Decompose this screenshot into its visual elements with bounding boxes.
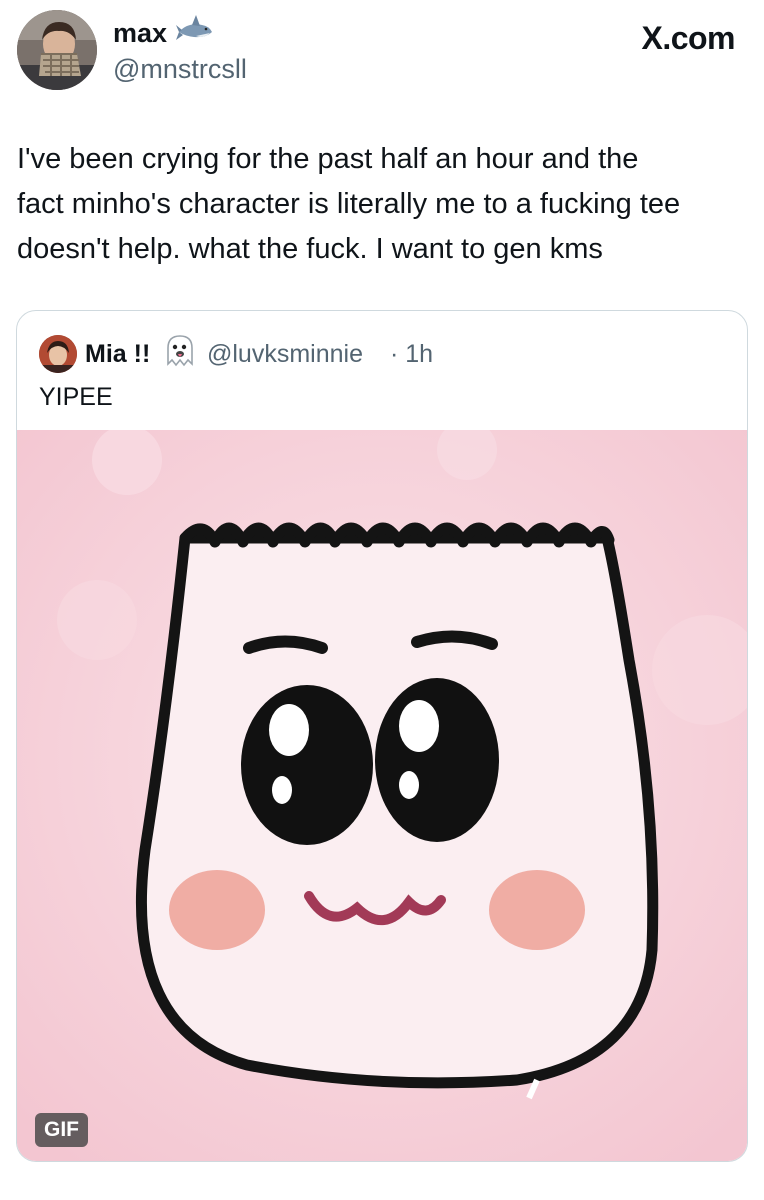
tweet-text: I've been crying for the past half an ho… xyxy=(17,143,681,265)
author-handle[interactable]: @mnstrcsll xyxy=(113,52,247,86)
quoted-text: YIPEE xyxy=(39,383,113,411)
author-avatar[interactable] xyxy=(17,10,97,90)
gif-badge: GIF xyxy=(35,1113,88,1147)
author-display-name[interactable]: max xyxy=(113,16,167,50)
site-label: X.com xyxy=(641,20,735,56)
quote-tweet-card[interactable]: Mia !! @luvksminnie · 1h YIPEE GIF xyxy=(16,310,748,1162)
quoted-timestamp[interactable]: · 1h xyxy=(390,338,433,370)
quoted-display-name[interactable]: Mia !! xyxy=(85,338,150,370)
quoted-handle[interactable]: @luvksminnie xyxy=(207,338,363,370)
gif-media[interactable] xyxy=(17,420,747,1161)
quoted-author-avatar[interactable] xyxy=(39,335,77,373)
shark-icon xyxy=(176,12,214,48)
ghost-icon xyxy=(164,334,196,370)
